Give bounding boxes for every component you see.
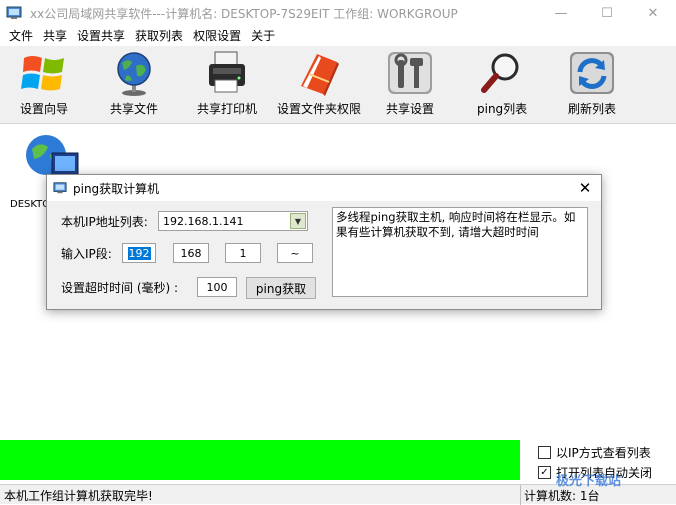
wizard-label: 设置向导 (20, 102, 69, 116)
ip-list-value: 192.168.1.141 (163, 214, 244, 228)
title-bar: xx公司局域网共享软件---计算机名: DESKTOP-7S29EIT 工作组:… (0, 0, 676, 26)
share-printer-button[interactable]: 共享打印机 (197, 50, 257, 117)
window-title: xx公司局域网共享软件---计算机名: DESKTOP-7S29EIT 工作组:… (30, 6, 458, 21)
share-settings-button[interactable]: 共享设置 (386, 50, 434, 117)
share-file-button[interactable]: 共享文件 (110, 50, 158, 117)
ip-octet-2-input[interactable]: 168 (173, 243, 209, 263)
folder-permission-label: 设置文件夹权限 (277, 102, 362, 116)
checkbox-box[interactable] (538, 446, 551, 459)
ip-octet-3-input[interactable]: 1 (225, 243, 261, 263)
ip-list-label: 本机IP地址列表: (61, 215, 148, 229)
dialog-body: 本机IP地址列表: 192.168.1.141 ▼ 输入IP段: 192 168… (47, 201, 601, 309)
menu-about[interactable]: 关于 (246, 26, 280, 46)
watermark-logo: 极光下载站 (556, 474, 622, 489)
dialog-title-bar: ping获取计算机 ✕ (47, 175, 601, 201)
minimize-button[interactable]: — (538, 0, 584, 26)
ping-list-button[interactable]: ping列表 (477, 50, 527, 117)
info-message: 多线程ping获取主机, 响应时间将在栏显示。如果有些计算机获取不到, 请增大超… (332, 207, 588, 297)
ping-button[interactable]: ping获取 (246, 277, 316, 299)
menu-file[interactable]: 文件 (4, 26, 38, 46)
magnifier-icon (478, 50, 526, 96)
dialog-title: ping获取计算机 (73, 181, 160, 196)
share-printer-label: 共享打印机 (197, 102, 258, 116)
windows-logo-icon (20, 50, 68, 96)
ip-octet-1-value: 192 (127, 246, 151, 260)
refresh-list-label: 刷新列表 (568, 102, 617, 116)
maximize-button[interactable]: ☐ (584, 0, 630, 26)
share-settings-label: 共享设置 (386, 102, 435, 116)
folder-permission-button[interactable]: 设置文件夹权限 (277, 50, 361, 117)
globe-icon (110, 50, 158, 96)
menu-permissions[interactable]: 权限设置 (188, 26, 246, 46)
checkbox-box-checked[interactable]: ✓ (538, 466, 551, 479)
timeout-label: 设置超时时间 (毫秒) : (61, 281, 179, 295)
ip-segment-label: 输入IP段: (61, 247, 112, 261)
dialog-close-button[interactable]: ✕ (569, 175, 601, 201)
menu-share[interactable]: 共享 (38, 26, 72, 46)
status-divider (520, 485, 521, 505)
wizard-button[interactable]: 设置向导 (20, 50, 68, 117)
folder-book-icon (295, 50, 343, 96)
ip-list-select[interactable]: 192.168.1.141 ▼ (158, 211, 308, 231)
view-by-ip-checkbox[interactable]: 以IP方式查看列表 (538, 444, 651, 461)
computer-count: 计算机数: 1台 (524, 489, 600, 503)
toolbar: 设置向导 共享文件 共享打印机 设置文件夹权限 共享设置 ping列表 刷新列表 (0, 46, 676, 124)
progress-bar (0, 440, 520, 480)
app-icon (6, 5, 22, 21)
ping-dialog: ping获取计算机 ✕ 本机IP地址列表: 192.168.1.141 ▼ 输入… (46, 174, 602, 310)
refresh-list-button[interactable]: 刷新列表 (568, 50, 616, 117)
tools-icon (386, 50, 434, 96)
computer-name[interactable]: DESKTO (10, 199, 50, 210)
refresh-icon (568, 50, 616, 96)
close-button[interactable]: ✕ (630, 0, 676, 26)
printer-icon (203, 50, 251, 96)
share-file-label: 共享文件 (110, 102, 159, 116)
ip-octet-1-input[interactable]: 192 (122, 243, 156, 263)
menu-bar: 文件 共享 设置共享 获取列表 权限设置 关于 (0, 26, 676, 46)
ip-octet-4-input[interactable]: ~ (277, 243, 313, 263)
ping-list-label: ping列表 (477, 102, 528, 116)
progress-fill (0, 440, 520, 480)
menu-get-list[interactable]: 获取列表 (130, 26, 188, 46)
timeout-input[interactable]: 100 (197, 277, 237, 297)
chevron-down-icon[interactable]: ▼ (290, 213, 306, 229)
menu-set-share[interactable]: 设置共享 (72, 26, 130, 46)
view-by-ip-label: 以IP方式查看列表 (556, 446, 651, 460)
dialog-app-icon (53, 181, 67, 195)
status-message: 本机工作组计算机获取完毕! (4, 489, 153, 503)
